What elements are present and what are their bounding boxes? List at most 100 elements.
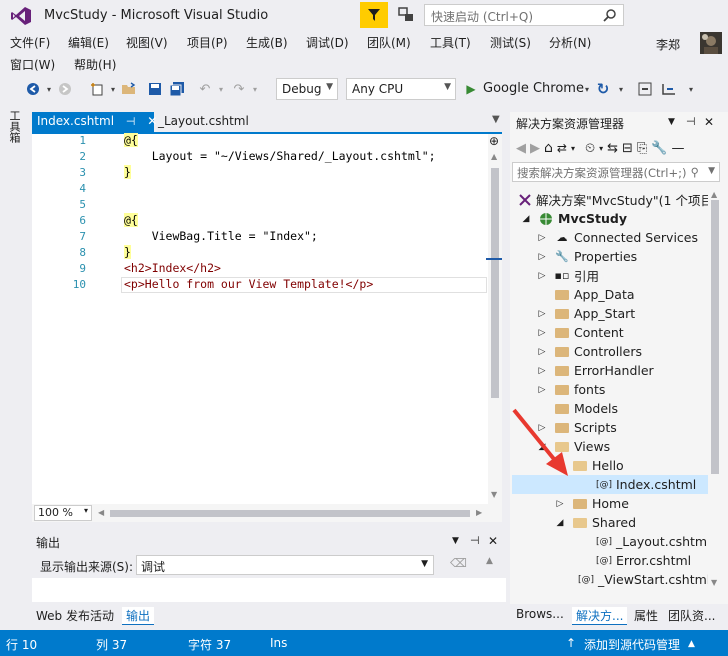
scroll-down-icon[interactable]: ▼ — [491, 490, 497, 499]
menu-debug[interactable]: 调试(D) — [306, 34, 349, 51]
se-scroll-up-icon[interactable]: ▲ — [711, 190, 717, 199]
menu-tools[interactable]: 工具(T) — [430, 34, 471, 51]
sync-icon[interactable]: ⇄ — [557, 141, 567, 155]
refresh-se-icon[interactable]: ⇆ — [607, 141, 618, 156]
menu-build[interactable]: 生成(B) — [246, 34, 288, 51]
properties-icon[interactable]: 🔧 — [651, 141, 667, 156]
tab-index-cshtml[interactable]: Index.cshtml ⊣ ✕ — [32, 112, 157, 132]
tree-node-error-cshtml[interactable]: [@] Error.cshtml — [578, 551, 691, 570]
expand-icon[interactable]: ▷ — [536, 271, 548, 281]
expand-icon[interactable]: ▷ — [536, 328, 548, 338]
expand-icon[interactable]: ▷ — [536, 309, 548, 319]
redo-dropdown-icon[interactable]: ▾ — [246, 80, 264, 98]
toolbar-overflow-icon[interactable]: ▾ — [682, 80, 700, 98]
output-scroll-up-icon[interactable]: ▲ — [486, 556, 493, 566]
scroll-up-icon[interactable]: ▲ — [491, 152, 497, 161]
quick-launch-input[interactable]: 快速启动 (Ctrl+Q) — [424, 4, 624, 26]
zoom-select[interactable]: 100 % ▾ — [34, 505, 92, 521]
source-control-up-icon[interactable]: ↑ — [566, 636, 576, 650]
search-options-icon[interactable]: ▼ — [708, 166, 715, 176]
run-target-button[interactable]: Google Chrome — [483, 81, 584, 96]
se-pin-icon[interactable]: ⊣ — [686, 115, 696, 128]
output-source-select[interactable]: 调试 ▼ — [136, 555, 434, 575]
tab-team-explorer[interactable]: 团队资... — [668, 607, 715, 624]
solution-platform-select[interactable]: Any CPU ▼ — [346, 78, 456, 100]
se-scroll-down-icon[interactable]: ▼ — [711, 578, 717, 587]
split-icon[interactable]: ⊕ — [489, 134, 499, 148]
tab-solution-explorer[interactable]: 解决方... — [572, 607, 628, 625]
avatar[interactable] — [700, 32, 722, 54]
editor-hscroll-thumb[interactable] — [110, 510, 470, 517]
pin-icon[interactable]: ⊣ — [126, 115, 136, 128]
tab-browser-link[interactable]: Brows... — [516, 607, 564, 621]
tab-properties[interactable]: 属性 — [634, 607, 658, 624]
output-text-area[interactable] — [32, 578, 506, 602]
expand-icon[interactable]: ▷ — [536, 366, 548, 376]
browser-link-icon[interactable] — [636, 80, 654, 98]
se-close-icon[interactable]: ✕ — [704, 115, 714, 129]
save-all-icon[interactable] — [168, 80, 186, 98]
se-dropdown-icon[interactable]: ▼ — [668, 117, 675, 127]
expand-icon[interactable]: ◢ — [520, 214, 532, 224]
menu-file[interactable]: 文件(F) — [10, 34, 50, 51]
output-close-icon[interactable]: ✕ — [488, 534, 498, 548]
menu-project[interactable]: 项目(P) — [187, 34, 228, 51]
tree-node-connected-services[interactable]: ▷ ☁ Connected Services — [536, 228, 698, 247]
tree-node-controllers[interactable]: ▷ Controllers — [536, 342, 642, 361]
tree-node-solution[interactable]: 解决方案"MvcStudy"(1 个项目) — [512, 190, 708, 209]
output-dropdown-icon[interactable]: ▼ — [452, 536, 459, 546]
scroll-left-icon[interactable]: ◀ — [98, 508, 104, 517]
tree-node-app-data[interactable]: App_Data — [536, 285, 635, 304]
menu-edit[interactable]: 编辑(E) — [68, 34, 109, 51]
menu-test[interactable]: 测试(S) — [490, 34, 531, 51]
expand-icon[interactable]: ▷ — [536, 233, 548, 243]
scroll-right-icon[interactable]: ▶ — [476, 508, 482, 517]
tree-node-shared[interactable]: ◢ Shared — [554, 513, 636, 532]
source-control-up-arrow-icon[interactable]: ▲ — [688, 639, 695, 649]
refresh-icon[interactable]: ↻ — [594, 80, 612, 98]
tree-node-errorhandler[interactable]: ▷ ErrorHandler — [536, 361, 654, 380]
home-icon[interactable]: ⌂ — [544, 140, 553, 156]
solution-configuration-select[interactable]: Debug ▼ — [276, 78, 338, 100]
add-to-source-control-button[interactable]: 添加到源代码管理 — [584, 636, 680, 653]
menu-view[interactable]: 视图(V) — [126, 34, 168, 51]
menu-analyze[interactable]: 分析(N) — [549, 34, 591, 51]
preview-icon[interactable]: — — [672, 141, 685, 156]
tree-node-references[interactable]: ▷ ▪▫ 引用 — [536, 266, 599, 285]
run-icon[interactable]: ▶ — [462, 80, 480, 98]
feedback-icon[interactable] — [397, 6, 415, 24]
solution-scroll-thumb[interactable] — [711, 200, 719, 474]
step-icon[interactable] — [660, 80, 678, 98]
tab-web-publish[interactable]: Web 发布活动 — [36, 607, 114, 624]
tree-node-properties[interactable]: ▷ 🔧 Properties — [536, 247, 638, 266]
show-all-files-icon[interactable]: ⎘ — [637, 141, 647, 156]
pending-dropdown-icon[interactable]: ▾ — [599, 144, 603, 153]
solution-search-input[interactable]: 搜索解决方案资源管理器(Ctrl+;) ⚲ ▼ — [512, 162, 720, 182]
se-forward-icon[interactable]: ▶ — [530, 141, 540, 156]
tree-node-home[interactable]: ▷ Home — [554, 494, 629, 513]
open-file-icon[interactable] — [120, 80, 138, 98]
undo-dropdown-icon[interactable]: ▾ — [212, 80, 230, 98]
notification-filter-button[interactable] — [360, 2, 388, 28]
forward-icon[interactable] — [56, 80, 74, 98]
expand-icon[interactable]: ▷ — [536, 252, 548, 262]
toolbox-tab[interactable]: 工具箱 — [8, 110, 22, 143]
menu-help[interactable]: 帮助(H) — [74, 56, 116, 73]
menu-team[interactable]: 团队(M) — [367, 34, 411, 51]
refresh-dropdown-icon[interactable]: ▾ — [612, 80, 630, 98]
tab-output[interactable]: 输出 — [122, 607, 155, 625]
output-pin-icon[interactable]: ⊣ — [470, 534, 480, 547]
menu-window[interactable]: 窗口(W) — [10, 56, 55, 73]
code-editor[interactable] — [32, 132, 502, 504]
tree-node-content[interactable]: ▷ Content — [536, 323, 624, 342]
editor-scroll-thumb[interactable] — [491, 168, 499, 398]
collapse-all-icon[interactable]: ⊟ — [622, 141, 633, 156]
tree-node-project[interactable]: ◢ MvcStudy — [520, 209, 627, 228]
user-name[interactable]: 李郑 — [656, 36, 680, 53]
expand-icon[interactable]: ▷ — [554, 499, 566, 509]
expand-icon[interactable]: ▷ — [536, 385, 548, 395]
tree-node-fonts[interactable]: ▷ fonts — [536, 380, 606, 399]
expand-icon[interactable]: ▷ — [536, 347, 548, 357]
clear-output-icon[interactable]: ⌫ — [450, 556, 467, 570]
collapse-icon[interactable]: ◢ — [554, 518, 566, 528]
